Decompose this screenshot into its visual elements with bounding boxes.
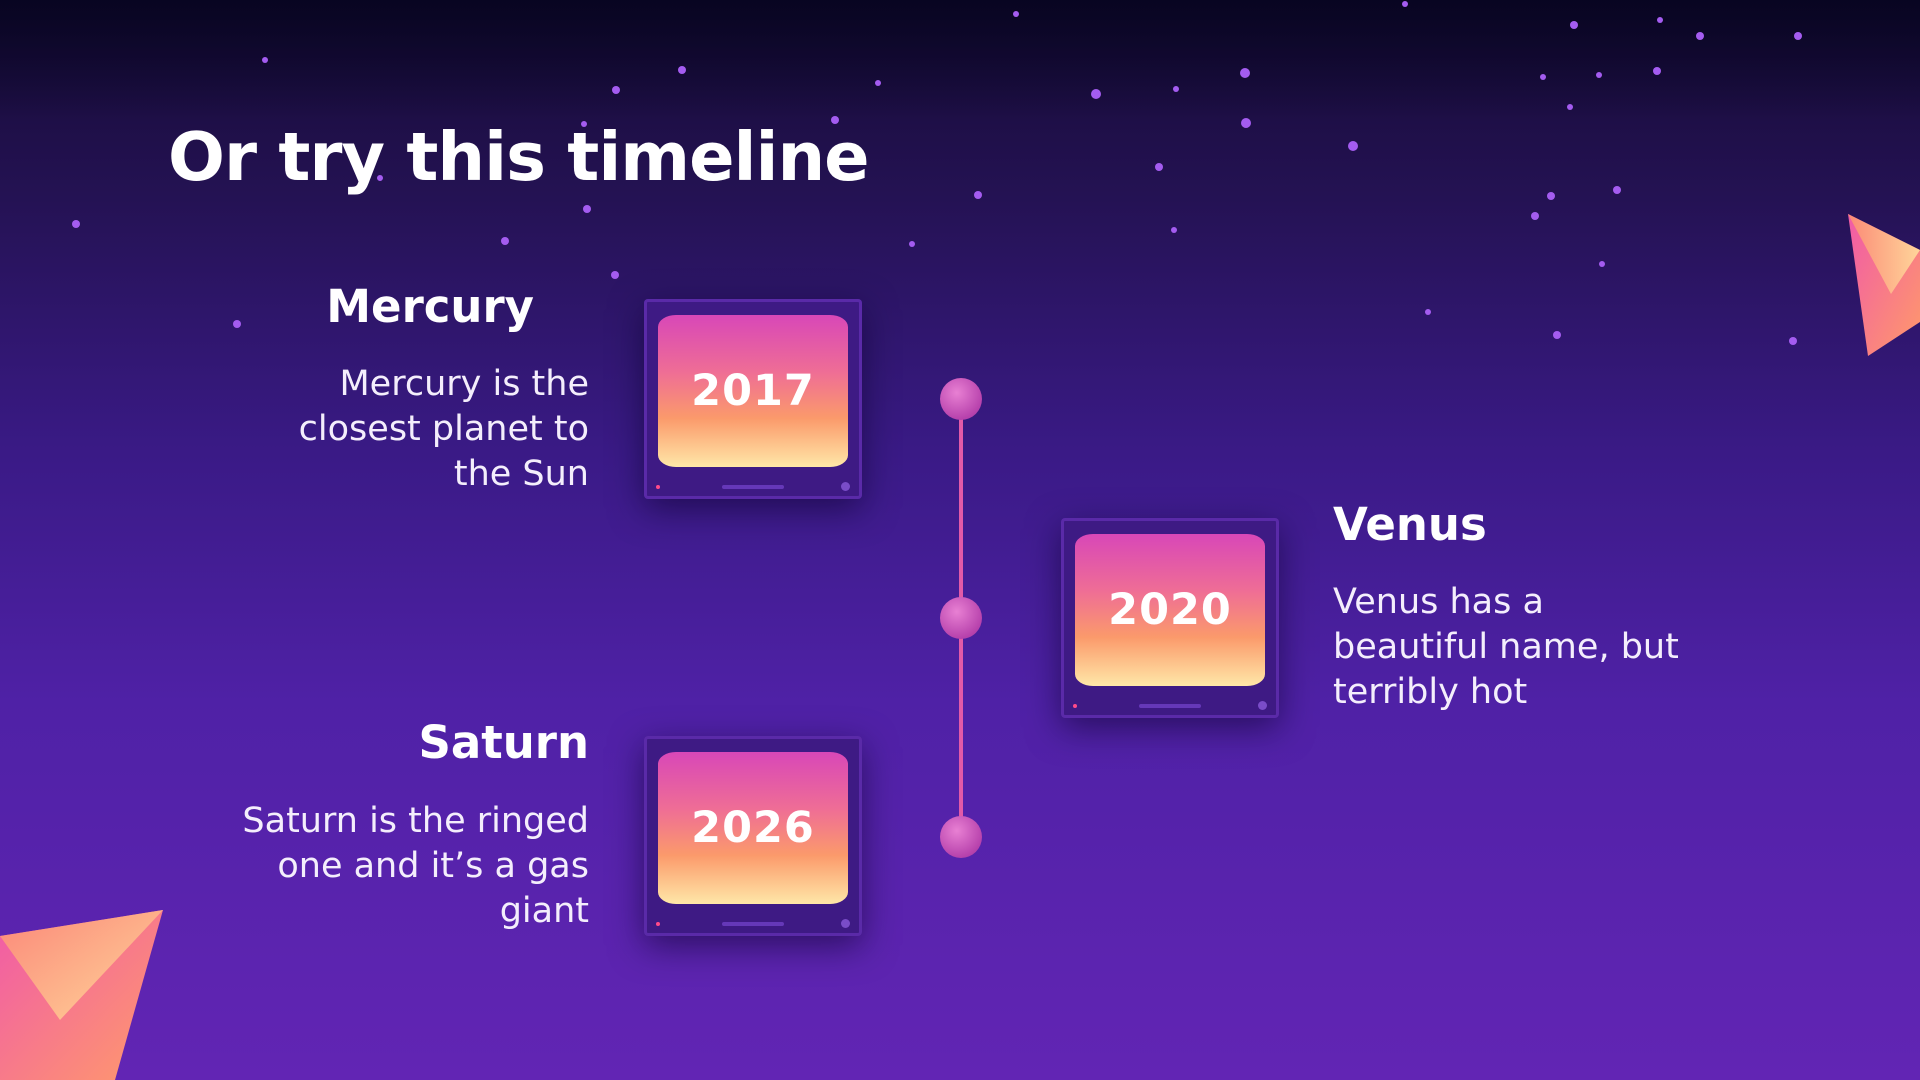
year-label: 2026 <box>691 803 815 853</box>
tv-speaker-grille <box>1139 704 1201 708</box>
tv-screen: 2020 <box>1075 534 1265 686</box>
mercury-desc-line: the Sun <box>453 454 589 494</box>
saturn-description: Saturn is the ringed one and it’s a gas … <box>200 799 589 934</box>
saturn-desc-line: Saturn is the ringed <box>242 801 589 841</box>
venus-desc-line: terribly hot <box>1333 672 1528 712</box>
slide: Or try this timeline Mercury Mercury is … <box>0 0 1920 1080</box>
timeline-dot-saturn <box>940 816 982 858</box>
saturn-desc-line: giant <box>499 891 589 931</box>
tv-card-saturn: 2026 <box>644 736 862 936</box>
venus-title: Venus <box>1333 498 1487 551</box>
mercury-desc-line: closest planet to <box>298 409 589 449</box>
venus-desc-line: Venus has a <box>1333 582 1544 622</box>
tv-card-mercury: 2017 <box>644 299 862 499</box>
tv-knob <box>841 482 850 491</box>
venus-desc-line: beautiful name, but <box>1333 627 1679 667</box>
triangle-shape-left <box>0 910 163 1080</box>
tv-knob <box>841 919 850 928</box>
saturn-title: Saturn <box>418 716 589 769</box>
tv-led <box>1073 704 1077 708</box>
tv-screen: 2017 <box>658 315 848 467</box>
tv-led <box>656 922 660 926</box>
mercury-title: Mercury <box>326 280 534 333</box>
venus-description: Venus has a beautiful name, but terribly… <box>1333 580 1733 715</box>
tv-led <box>656 485 660 489</box>
year-label: 2017 <box>691 366 815 416</box>
saturn-desc-line: one and it’s a gas <box>277 846 589 886</box>
mercury-description: Mercury is the closest planet to the Sun <box>240 362 589 497</box>
tv-card-venus: 2020 <box>1061 518 1279 718</box>
tv-knob <box>1258 701 1267 710</box>
tv-screen: 2026 <box>658 752 848 904</box>
triangle-shape-right <box>1848 214 1920 356</box>
timeline-dot-mercury <box>940 378 982 420</box>
page-title: Or try this timeline <box>168 118 870 196</box>
timeline-dot-venus <box>940 597 982 639</box>
tv-speaker-grille <box>722 922 784 926</box>
mercury-desc-line: Mercury is the <box>339 364 589 404</box>
tv-speaker-grille <box>722 485 784 489</box>
year-label: 2020 <box>1108 585 1232 635</box>
